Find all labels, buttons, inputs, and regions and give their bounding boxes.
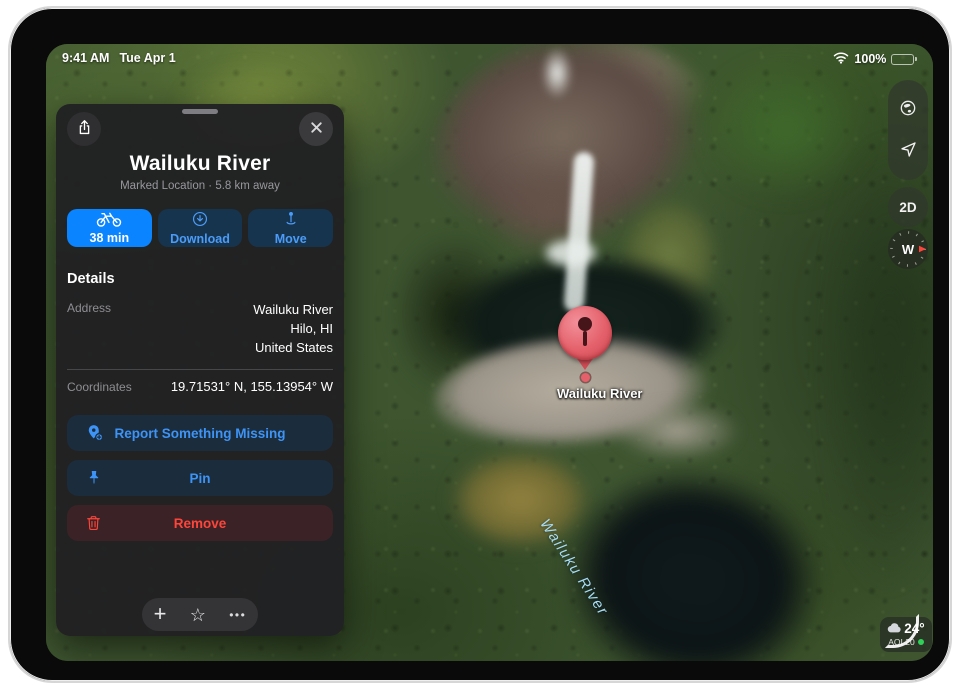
compass-button[interactable]: W: [888, 229, 928, 269]
pin-anchor-dot: [581, 373, 590, 382]
place-title: Wailuku River: [67, 152, 333, 176]
move-label: Move: [275, 232, 307, 246]
marked-location-pin[interactable]: Wailuku River: [557, 306, 613, 401]
download-icon: [191, 210, 209, 231]
pin-button[interactable]: Pin: [67, 460, 333, 496]
share-button[interactable]: [67, 112, 101, 146]
place-card: Wailuku River Marked Location · 5.8 km a…: [56, 104, 344, 636]
details-heading: Details: [67, 271, 333, 287]
coordinates-label: Coordinates: [67, 379, 132, 394]
remove-label: Remove: [174, 516, 227, 531]
route-time-label: 38 min: [90, 231, 130, 245]
card-actions-row: 38 min Download Move: [67, 209, 333, 247]
report-pin-plus-icon: [85, 423, 105, 443]
pushpin-icon: [85, 469, 103, 487]
address-value: Wailuku River Hilo, HI United States: [253, 300, 333, 357]
current-location-button[interactable]: [899, 140, 918, 162]
place-subtitle: Marked Location · 5.8 km away: [67, 180, 333, 192]
compass-icon: W: [888, 229, 928, 269]
pin-label: Wailuku River: [557, 386, 613, 401]
favorite-star-button[interactable]: ☆: [190, 606, 206, 624]
details-divider: [67, 369, 333, 370]
address-row: Address Wailuku River Hilo, HI United St…: [67, 300, 333, 357]
view-mode-2d-button[interactable]: 2D: [888, 187, 928, 227]
wifi-icon: [833, 51, 849, 67]
pin-label-text: Pin: [189, 471, 210, 486]
card-toolbar: + ☆ •••: [142, 598, 258, 631]
aqi-status-dot: [918, 639, 924, 645]
waterfall-splash: [546, 240, 596, 266]
bicycle-icon: [95, 212, 123, 230]
gravel-spit: [602, 396, 752, 466]
compass-heading: W: [902, 242, 915, 257]
download-label: Download: [170, 232, 230, 246]
maps-app-screen: Wailuku River 9:41 AM Tue Apr 1 100%: [46, 44, 933, 661]
ipad-device-frame: Wailuku River 9:41 AM Tue Apr 1 100%: [8, 6, 952, 683]
battery-percent: 100%: [854, 52, 886, 66]
share-icon: [75, 118, 94, 140]
globe-icon: [898, 98, 918, 121]
add-button[interactable]: +: [154, 603, 167, 625]
pin-balloon[interactable]: [558, 306, 612, 360]
status-bar-left: 9:41 AM Tue Apr 1: [62, 51, 176, 65]
trash-icon: [85, 515, 102, 532]
download-button[interactable]: Download: [158, 209, 243, 247]
directions-cycling-button[interactable]: 38 min: [67, 209, 152, 247]
move-pin-icon: [282, 210, 300, 231]
date: Tue Apr 1: [119, 51, 175, 65]
close-icon: [309, 120, 324, 138]
address-label: Address: [67, 300, 111, 357]
more-options-button[interactable]: •••: [229, 609, 246, 621]
card-grab-handle[interactable]: [182, 109, 218, 114]
status-bar-right: 100%: [833, 51, 917, 67]
report-missing-button[interactable]: Report Something Missing: [67, 415, 333, 451]
remove-button[interactable]: Remove: [67, 505, 333, 541]
report-missing-label: Report Something Missing: [114, 426, 285, 441]
clock: 9:41 AM: [62, 51, 109, 65]
location-arrow-icon: [899, 140, 918, 162]
map-controls-pill: [888, 80, 928, 180]
coordinates-value: 19.71531° N, 155.13954° W: [171, 379, 333, 394]
close-card-button[interactable]: [299, 112, 333, 146]
pin-glyph-icon: [578, 317, 592, 331]
battery-icon: [891, 54, 917, 65]
coordinates-row: Coordinates 19.71531° N, 155.13954° W: [67, 379, 333, 394]
move-button[interactable]: Move: [248, 209, 333, 247]
globe-3d-button[interactable]: [898, 98, 918, 121]
